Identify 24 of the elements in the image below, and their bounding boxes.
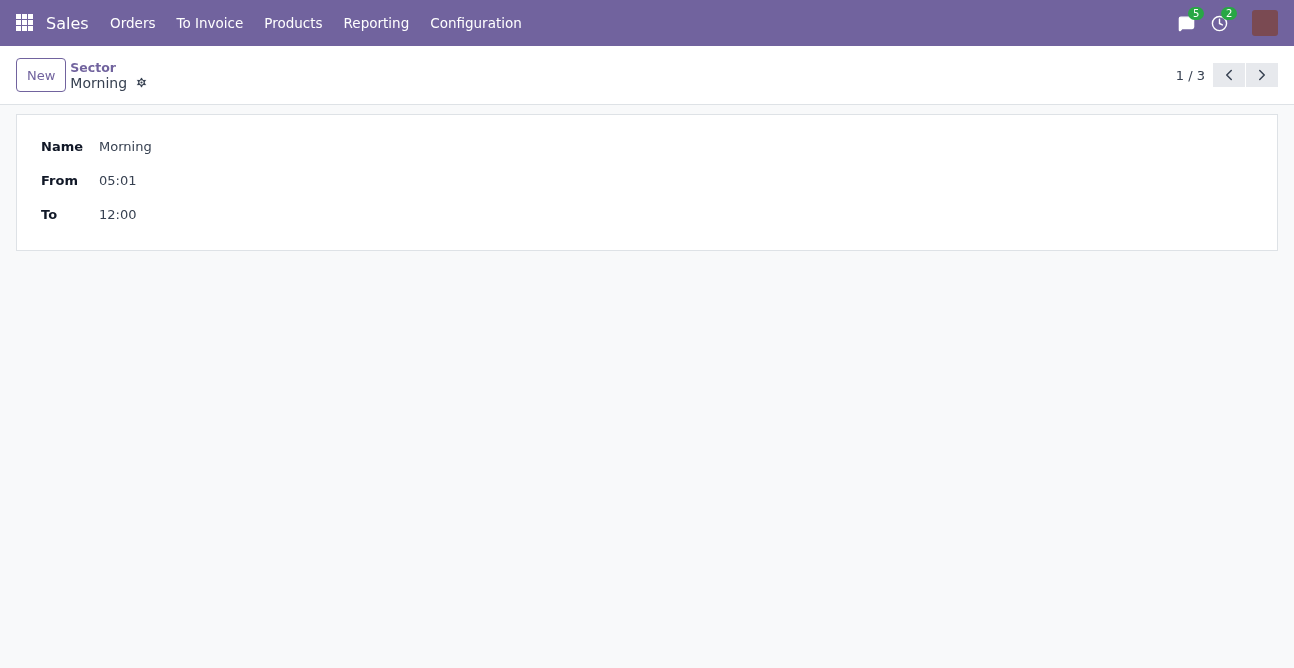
message-count-badge: 5 [1188,6,1205,20]
chat-icon[interactable] [1178,14,1195,32]
menu-item[interactable]: Reporting [333,15,420,31]
menu-item[interactable]: To Invoice [166,15,254,31]
menu-item[interactable]: Orders [99,15,166,31]
record-title: Morning [70,74,128,91]
field-value: 05:01 [99,173,137,188]
menu-item[interactable]: Products [253,15,334,31]
previous-button[interactable] [1213,63,1245,87]
field-label: From [41,173,79,188]
app-name[interactable]: Sales [46,13,89,33]
pager-counter: 1 / 3 [1175,67,1205,83]
field-label: Name [41,139,84,154]
apps-grid-icon[interactable] [16,14,34,32]
field-value: 12:00 [99,207,137,222]
settings-icon[interactable] [135,76,149,89]
field-value: Morning [99,139,152,154]
menu-item[interactable]: Configuration [419,15,533,31]
field-label: To [41,207,59,222]
new-button[interactable]: New [16,58,67,92]
breadcrumb-link[interactable]: Sector [70,59,149,75]
next-button[interactable] [1246,63,1278,87]
clock-icon[interactable] [1211,14,1228,32]
activity-count-badge: 2 [1221,6,1238,20]
